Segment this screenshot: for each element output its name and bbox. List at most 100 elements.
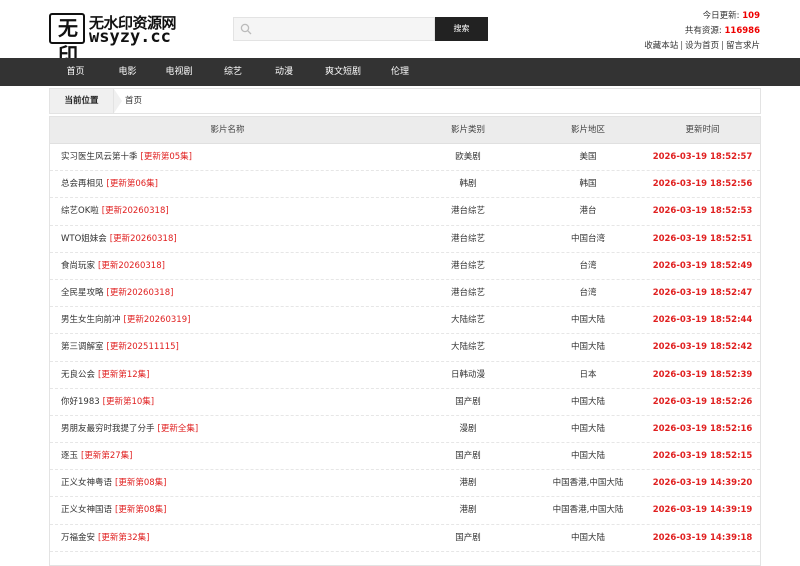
table-row[interactable]: 无良公会 [更新第12集] 日韩动漫 日本 2026-03-19 18:52:39 <box>50 362 760 389</box>
video-category: 国产剧 <box>455 532 481 543</box>
breadcrumb-home-link[interactable]: 首页 <box>125 89 142 113</box>
video-region: 日本 <box>579 369 597 380</box>
video-title-link[interactable]: 第三调解室 <box>61 342 104 352</box>
logo-domain: wsyzy.cc <box>89 27 171 47</box>
request-movie-link[interactable]: 留言求片 <box>726 41 760 51</box>
set-homepage-link[interactable]: 设为首页 <box>685 41 719 51</box>
video-title-cell[interactable]: 食尚玩家 [更新20260318] <box>50 253 405 279</box>
table-row[interactable]: 综艺OK啦 [更新20260318] 港台综艺 港台 2026-03-19 18:52:… <box>50 198 760 226</box>
video-title-cell[interactable]: 第三调解室 [更新202511115] <box>50 334 405 360</box>
header-category: 影片类别 <box>450 125 485 135</box>
update-time: 2026-03-19 18:52:15 <box>652 451 753 462</box>
video-region: 中国大陆 <box>570 342 605 353</box>
video-category: 韩剧 <box>459 179 477 190</box>
video-title-link[interactable]: 你好1983 <box>61 397 100 407</box>
video-title-cell[interactable]: 正义女神粤语 [更新第08集] <box>50 470 405 496</box>
update-time: 2026-03-19 18:52:16 <box>652 423 753 434</box>
video-title-link[interactable]: 万福金安 <box>61 533 95 543</box>
video-category: 港台综艺 <box>450 206 485 217</box>
bookmark-link[interactable]: 收藏本站 <box>644 41 678 51</box>
update-time: 2026-03-19 18:52:49 <box>652 260 753 271</box>
video-category: 港剧 <box>459 478 477 489</box>
video-region: 中国大陆 <box>570 396 605 407</box>
nav-item-variety[interactable]: 综艺 <box>206 58 260 86</box>
video-title-cell[interactable]: 全民星攻略 [更新20260318] <box>50 280 405 306</box>
update-time: 2026-03-19 18:52:44 <box>652 315 753 326</box>
update-time: 2026-03-19 18:52:53 <box>652 206 753 217</box>
video-title-link[interactable]: 男生女生向前冲 <box>61 315 121 325</box>
video-title-cell[interactable]: 无良公会 [更新第12集] <box>50 362 405 388</box>
table-row[interactable]: 万福金安 [更新第32集] 国产剧 中国大陆 2026-03-19 14:39:18 <box>50 525 760 552</box>
update-time: 2026-03-19 14:39:20 <box>652 478 753 489</box>
nav-item-home[interactable]: 首页 <box>48 58 103 86</box>
table-row[interactable]: 第三调解室 [更新202511115] 大陆综艺 中国大陆 2026-03-19 18:… <box>50 334 760 362</box>
search-box <box>233 17 435 41</box>
video-category: 欧美剧 <box>455 152 481 162</box>
total-label: 共有资源: <box>684 26 722 36</box>
link-separator: | <box>721 41 724 51</box>
video-title-cell[interactable]: 正义女神国语 [更新第08集] <box>50 497 405 523</box>
today-updates: 今日更新: 109 <box>644 9 760 24</box>
update-status: [更新全集] <box>157 423 199 434</box>
nav-item-movies[interactable]: 电影 <box>103 58 152 86</box>
video-title-link[interactable]: 总会再相见 <box>61 179 104 189</box>
video-title-cell[interactable]: 男生女生向前冲 [更新20260319] <box>50 307 405 333</box>
video-title-cell[interactable]: 男朋友最穷时我提了分手 [更新全集] <box>50 416 405 442</box>
header-region: 影片地区 <box>570 125 605 135</box>
video-category: 港台综艺 <box>450 287 485 298</box>
table-row[interactable]: 正义女神国语 [更新第08集] 港剧 中国香港,中国大陆 2026-03-19 14:3… <box>50 497 760 525</box>
search-button[interactable]: 搜索 <box>435 17 488 41</box>
nav-item-anime[interactable]: 动漫 <box>260 58 308 86</box>
video-title-cell[interactable]: WTO姐妹会 [更新20260318] <box>50 226 405 252</box>
video-title-cell[interactable]: 总会再相见 [更新第06集] <box>50 171 405 197</box>
table-row[interactable]: 正义女神粤语 [更新第08集] 港剧 中国香港,中国大陆 2026-03-19 14:3… <box>50 470 760 498</box>
video-category: 国产剧 <box>455 451 481 462</box>
table-row[interactable]: 实习医生风云第十季 [更新第05集] 欧美剧 美国 2026-03-19 18:52:5… <box>50 144 760 172</box>
video-title-link[interactable]: WTO姐妹会 <box>61 234 107 244</box>
nav-item-tv[interactable]: 电视剧 <box>152 58 206 86</box>
search-input[interactable] <box>256 20 432 38</box>
video-title-cell[interactable]: 综艺OK啦 [更新20260318] <box>50 198 405 224</box>
table-row[interactable]: WTO姐妹会 [更新20260318] 港台综艺 中国台湾 2026-03-19 18:… <box>50 226 760 253</box>
video-region: 中国香港,中国大陆 <box>552 478 624 489</box>
table-row[interactable]: 食尚玩家 [更新20260318] 港台综艺 台湾 2026-03-19 18:52:4… <box>50 253 760 280</box>
video-region: 中国大陆 <box>570 451 605 462</box>
update-time: 2026-03-19 18:52:39 <box>652 369 753 380</box>
table-row[interactable]: 你好1983 [更新第10集] 国产剧 中国大陆 2026-03-19 18:52:26 <box>50 389 760 416</box>
video-title-link[interactable]: 全民星攻略 <box>61 288 104 298</box>
update-time: 2026-03-19 18:52:26 <box>652 396 753 407</box>
update-status: [更新第27集] <box>81 451 133 462</box>
video-region: 中国大陆 <box>570 532 605 543</box>
nav-item-short-drama[interactable]: 爽文短剧 <box>308 58 378 86</box>
site-logo[interactable]: 无印 无水印资源网 wsyzy.cc <box>49 12 181 67</box>
table-body: 实习医生风云第十季 [更新第05集] 欧美剧 美国 2026-03-19 18:52:5… <box>50 144 760 552</box>
table-row[interactable]: 男生女生向前冲 [更新20260319] 大陆综艺 中国大陆 2026-03-19 18… <box>50 307 760 335</box>
video-title-link[interactable]: 正义女神粤语 <box>61 478 112 488</box>
header-title: 影片名称 <box>210 125 245 135</box>
video-title-link[interactable]: 逐玉 <box>61 451 78 461</box>
nav-item-ethics[interactable]: 伦理 <box>378 58 422 86</box>
video-title-link[interactable]: 男朋友最穷时我提了分手 <box>61 424 155 434</box>
video-category: 港台综艺 <box>450 233 485 244</box>
logo-mark: 无印 <box>49 13 85 67</box>
table-row[interactable]: 总会再相见 [更新第06集] 韩剧 韩国 2026-03-19 18:52:56 <box>50 171 760 199</box>
video-title-cell[interactable]: 逐玉 [更新第27集] <box>50 443 405 469</box>
video-region: 美国 <box>579 152 597 162</box>
table-row[interactable]: 逐玉 [更新第27集] 国产剧 中国大陆 2026-03-19 18:52:15 <box>50 443 760 471</box>
video-title-link[interactable]: 食尚玩家 <box>61 261 95 271</box>
table-row[interactable]: 男朋友最穷时我提了分手 [更新全集] 漫剧 中国大陆 2026-03-19 18:52:… <box>50 416 760 444</box>
table-row[interactable]: 全民星攻略 [更新20260318] 港台综艺 台湾 2026-03-19 18:52:… <box>50 280 760 308</box>
update-status: [更新20260318] <box>106 287 174 298</box>
video-title-link[interactable]: 综艺OK啦 <box>61 206 99 216</box>
video-title-cell[interactable]: 你好1983 [更新第10集] <box>50 389 405 415</box>
search-icon <box>240 23 252 35</box>
update-time: 2026-03-19 14:39:19 <box>652 505 753 516</box>
video-title-link[interactable]: 正义女神国语 <box>61 505 112 515</box>
video-title-cell[interactable]: 万福金安 [更新第32集] <box>50 525 405 551</box>
video-category: 国产剧 <box>455 396 481 407</box>
update-time: 2026-03-19 14:39:18 <box>652 532 753 543</box>
video-title-cell[interactable]: 实习医生风云第十季 [更新第05集] <box>50 144 405 170</box>
video-region: 中国香港,中国大陆 <box>552 505 624 516</box>
video-title-link[interactable]: 实习医生风云第十季 <box>61 152 138 162</box>
video-title-link[interactable]: 无良公会 <box>61 370 95 380</box>
